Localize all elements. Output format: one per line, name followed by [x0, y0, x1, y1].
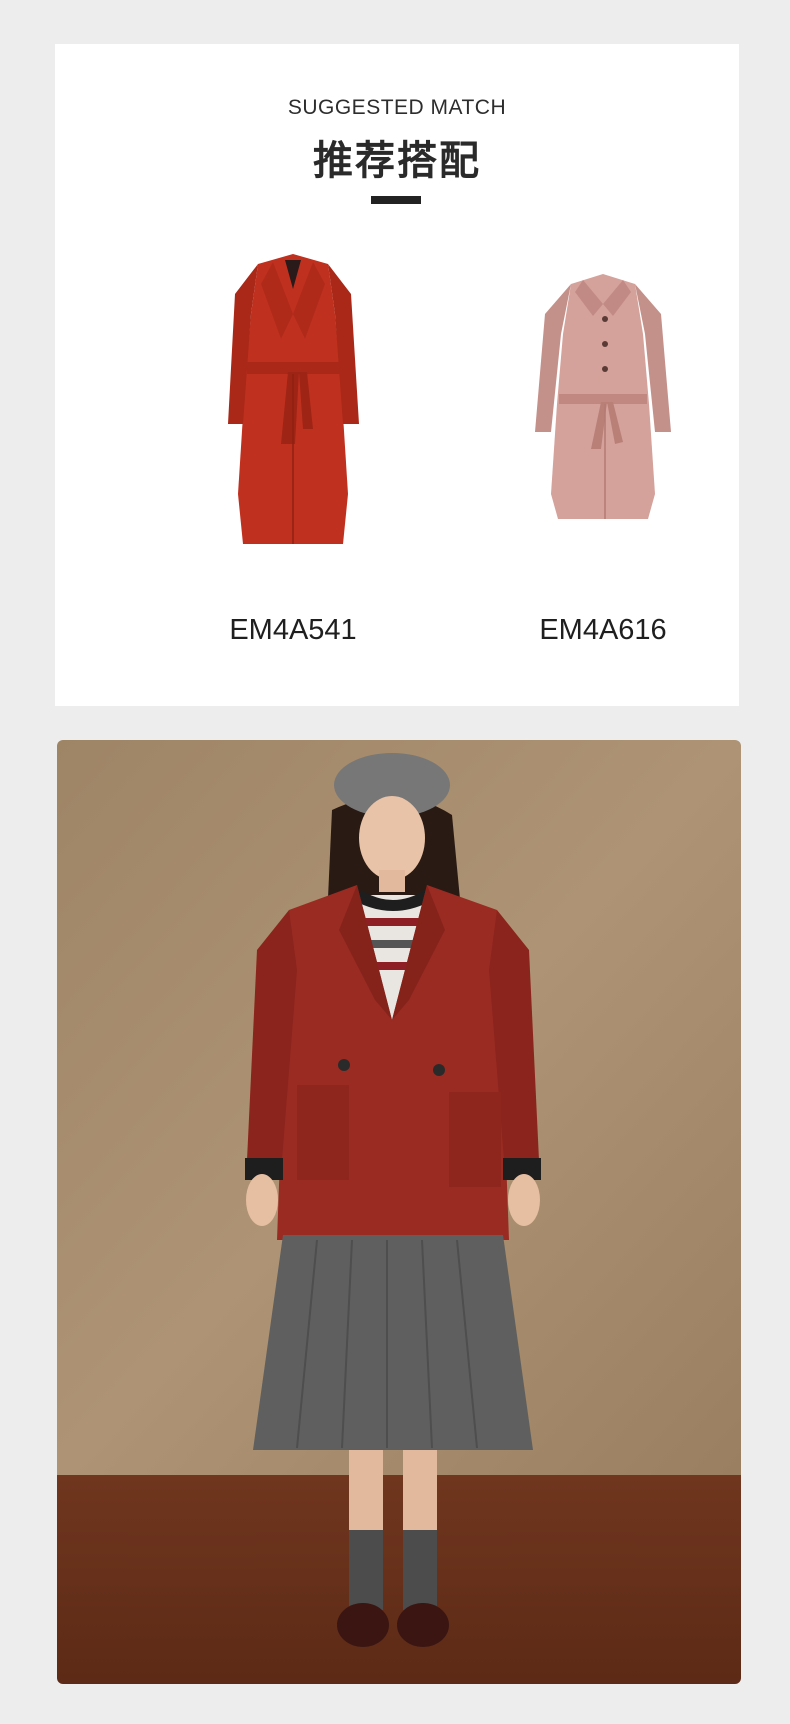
product-code[interactable]: EM4A541: [163, 614, 423, 647]
pink-coat-image[interactable]: [473, 244, 733, 574]
suggested-match-card: SUGGESTED MATCH 推荐搭配 EM4A541 EM4A616: [55, 44, 739, 706]
model-photo: [57, 740, 741, 1684]
section-title: 推荐搭配: [313, 138, 481, 184]
title-underline: [371, 196, 421, 204]
product-item-em4a616[interactable]: EM4A616: [473, 244, 733, 647]
product-code[interactable]: EM4A616: [473, 614, 733, 647]
model-photo-image: [57, 740, 741, 1684]
product-item-em4a541[interactable]: EM4A541: [163, 244, 423, 647]
red-coat-image[interactable]: [163, 244, 423, 574]
section-subtitle: SUGGESTED MATCH: [287, 96, 507, 119]
